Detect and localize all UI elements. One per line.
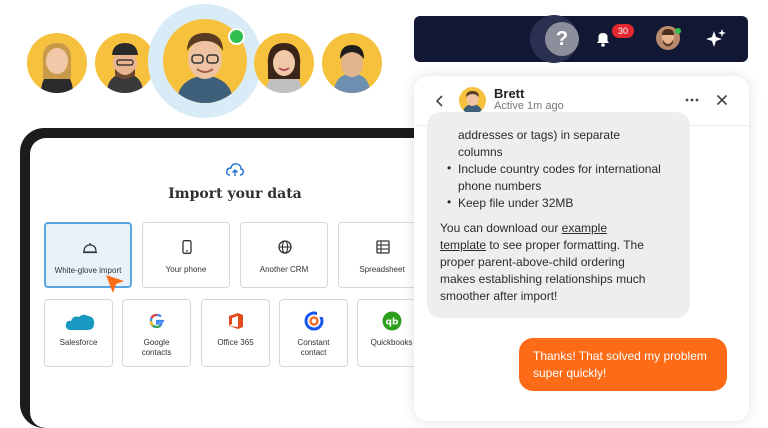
tile-label: Your phone: [165, 265, 207, 274]
more-options-icon[interactable]: [684, 95, 700, 105]
bullet-dot: •: [447, 195, 452, 209]
message-line: Keep file under 32MB: [458, 196, 574, 210]
phone-icon: [182, 240, 192, 254]
import-title: Import your data: [168, 186, 302, 202]
message-line: phone numbers: [458, 179, 542, 193]
user-reply-text: Thanks! That solved my problem super qui…: [533, 348, 723, 382]
notification-bell-icon[interactable]: [594, 30, 612, 48]
tile-your-phone[interactable]: Your phone: [142, 222, 230, 288]
tile-label: Google contacts: [141, 338, 172, 357]
sparkle-ai-icon[interactable]: [705, 28, 727, 50]
avatar-woman-blonde: [27, 33, 87, 93]
globe-icon: [278, 240, 292, 254]
brett-avatar: [459, 87, 486, 114]
message-text: You can download our: [440, 221, 562, 235]
spreadsheet-icon: [376, 240, 390, 254]
quickbooks-logo-icon: qb: [382, 311, 402, 331]
tile-label: Salesforce: [59, 338, 98, 347]
message-line: smoother after import!: [440, 289, 558, 303]
google-logo-icon: [149, 313, 164, 329]
message-line: You can download our example: [440, 220, 607, 237]
online-status-dot: [228, 28, 245, 45]
reply-line: super quickly!: [533, 366, 607, 380]
avatar-man-cap: [95, 33, 155, 93]
message-line: proper parent-above-child ordering: [440, 255, 625, 269]
tile-label: Office 365: [217, 338, 254, 347]
app-topbar: [414, 16, 748, 62]
message-line: Include country codes for international: [458, 162, 661, 176]
close-icon[interactable]: [716, 94, 728, 106]
cloud-upload-icon: [226, 163, 244, 176]
tile-label: Spreadsheet: [359, 265, 405, 274]
chat-contact-name: Brett: [494, 86, 525, 101]
pointer-cursor-icon: [106, 275, 124, 293]
user-online-dot: [675, 28, 681, 34]
tile-another-crm[interactable]: Another CRM: [240, 222, 328, 288]
message-line: makes establishing relationships much: [440, 272, 646, 286]
avatar-woman-dark-hair: [254, 33, 314, 93]
tile-google-contacts[interactable]: Google contacts: [122, 299, 191, 367]
back-chevron-icon[interactable]: [434, 94, 446, 108]
tile-label: Another CRM: [259, 265, 309, 274]
reply-line: Thanks! That solved my problem: [533, 349, 707, 363]
tile-spreadsheet[interactable]: Spreadsheet: [338, 222, 426, 288]
bullet-dot: •: [447, 161, 452, 175]
example-template-link[interactable]: example: [562, 221, 607, 235]
service-bell-icon: [83, 243, 97, 254]
message-text: to see proper formatting. The: [486, 238, 644, 252]
tile-office-365[interactable]: Office 365: [201, 299, 270, 367]
chat-contact-status: Active 1m ago: [494, 100, 564, 112]
chat-header-divider: [414, 125, 749, 126]
message-line: columns: [458, 145, 503, 159]
help-button[interactable]: ?: [545, 22, 579, 56]
constant-contact-logo-icon: [304, 311, 324, 331]
office-logo-icon: [229, 313, 243, 329]
notification-count-badge: 30: [612, 24, 634, 38]
example-template-link[interactable]: template: [440, 238, 486, 252]
tile-label: Constant contact: [297, 338, 330, 357]
avatar-man-short-hair: [322, 33, 382, 93]
svg-text:qb: qb: [386, 318, 399, 328]
salesforce-logo-icon: [65, 314, 95, 330]
message-line: addresses or tags) in separate: [458, 128, 621, 142]
tile-constant-contact[interactable]: Constant contact: [279, 299, 348, 367]
tile-salesforce[interactable]: Salesforce: [44, 299, 113, 367]
message-line: template to see proper formatting. The: [440, 237, 644, 254]
